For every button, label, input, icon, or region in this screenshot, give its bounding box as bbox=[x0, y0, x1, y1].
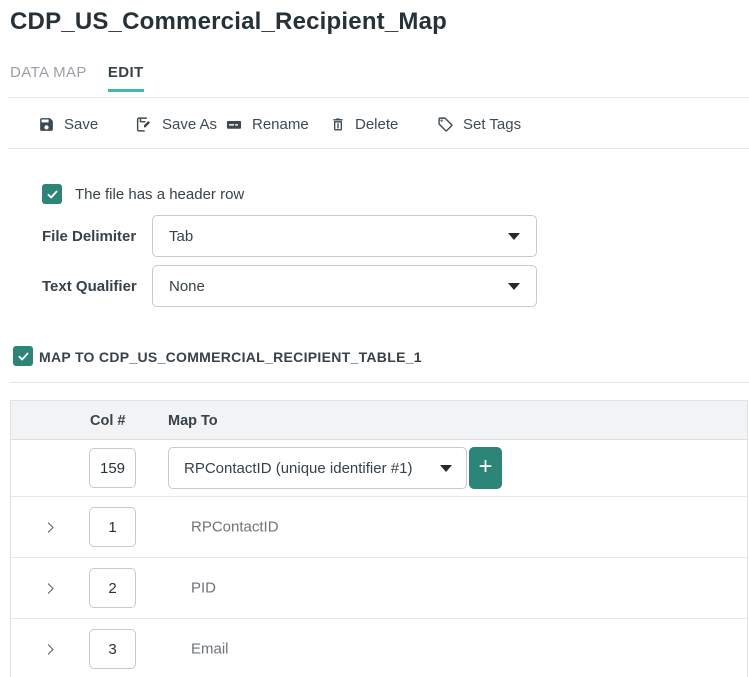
map-col-number-input[interactable] bbox=[89, 448, 136, 488]
tab-data-map[interactable]: DATA MAP bbox=[10, 64, 87, 92]
file-delimiter-value: Tab bbox=[169, 228, 193, 245]
chevron-down-icon bbox=[508, 233, 520, 240]
save-button-label: Save bbox=[64, 116, 98, 133]
header-row-checkbox-label: The file has a header row bbox=[75, 186, 244, 203]
chevron-right-icon[interactable] bbox=[40, 578, 60, 598]
save-icon bbox=[38, 116, 55, 133]
tab-bar: DATA MAP EDIT bbox=[10, 64, 144, 92]
delete-button-label: Delete bbox=[355, 116, 398, 133]
chevron-right-icon[interactable] bbox=[40, 639, 60, 659]
toolbar: Save Save As Rename Delete Set Tags bbox=[0, 110, 749, 138]
field-name-label: Email bbox=[191, 641, 229, 658]
rename-button[interactable]: Rename bbox=[225, 110, 309, 138]
text-qualifier-select[interactable]: None bbox=[152, 265, 537, 307]
unique-identifier-map-row: RPContactID (unique identifier #1) + bbox=[11, 440, 747, 497]
tag-icon bbox=[437, 116, 454, 133]
header-row-checkbox[interactable] bbox=[42, 184, 62, 204]
rename-icon bbox=[225, 116, 243, 133]
map-to-table-checkbox[interactable] bbox=[13, 346, 33, 366]
page-title: CDP_US_Commercial_Recipient_Map bbox=[10, 8, 447, 36]
map-to-table-label: MAP TO CDP_US_COMMERCIAL_RECIPIENT_TABLE… bbox=[39, 349, 422, 365]
trash-icon bbox=[330, 116, 346, 133]
field-name-label: RPContactID bbox=[191, 519, 279, 536]
map-to-header: Map To bbox=[168, 401, 218, 440]
section-divider bbox=[10, 382, 749, 383]
page: CDP_US_Commercial_Recipient_Map DATA MAP… bbox=[0, 0, 749, 677]
mapping-table: Col # Map To RPContactID (unique identif… bbox=[10, 400, 748, 677]
table-row: RPContactID bbox=[11, 497, 747, 558]
file-delimiter-select[interactable]: Tab bbox=[152, 215, 537, 257]
chevron-right-icon[interactable] bbox=[40, 517, 60, 537]
table-row: PID bbox=[11, 558, 747, 619]
map-to-field-select[interactable]: RPContactID (unique identifier #1) bbox=[168, 447, 467, 489]
chevron-down-icon bbox=[440, 465, 452, 472]
rename-button-label: Rename bbox=[252, 116, 309, 133]
set-tags-button[interactable]: Set Tags bbox=[437, 110, 521, 138]
text-qualifier-label: Text Qualifier bbox=[42, 278, 137, 295]
add-mapping-button[interactable]: + bbox=[469, 447, 502, 489]
field-name-label: PID bbox=[191, 580, 216, 597]
save-as-button[interactable]: Save As bbox=[135, 110, 217, 138]
file-delimiter-label: File Delimiter bbox=[42, 228, 136, 245]
save-as-button-label: Save As bbox=[162, 116, 217, 133]
tab-edit[interactable]: EDIT bbox=[108, 64, 144, 92]
delete-button[interactable]: Delete bbox=[330, 110, 398, 138]
map-to-field-value: RPContactID (unique identifier #1) bbox=[184, 460, 412, 477]
tabs-divider bbox=[8, 97, 749, 98]
checkmark-icon bbox=[46, 188, 59, 201]
toolbar-divider bbox=[8, 148, 749, 149]
save-button[interactable]: Save bbox=[38, 110, 98, 138]
col-number-input[interactable] bbox=[89, 507, 136, 547]
set-tags-button-label: Set Tags bbox=[463, 116, 521, 133]
save-as-icon bbox=[135, 116, 153, 133]
col-number-input[interactable] bbox=[89, 629, 136, 669]
checkmark-icon bbox=[17, 350, 30, 363]
chevron-down-icon bbox=[508, 283, 520, 290]
table-header: Col # Map To bbox=[11, 401, 747, 440]
text-qualifier-value: None bbox=[169, 278, 205, 295]
col-number-header: Col # bbox=[90, 401, 125, 440]
table-row: Email bbox=[11, 619, 747, 677]
col-number-input[interactable] bbox=[89, 568, 136, 608]
